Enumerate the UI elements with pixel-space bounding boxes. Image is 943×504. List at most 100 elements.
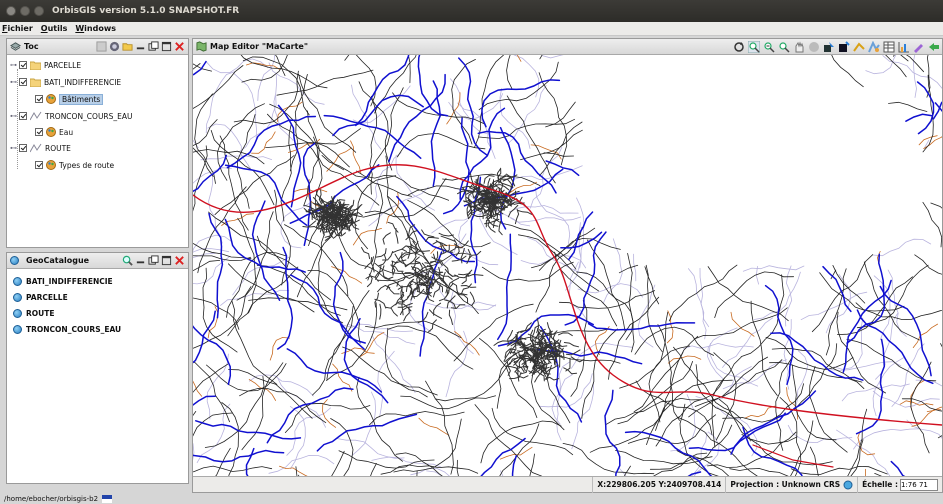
table-icon[interactable] xyxy=(883,41,895,53)
water-line xyxy=(193,395,217,406)
menu-outils[interactable]: Outils xyxy=(41,24,68,33)
layer-visibility-checkbox[interactable] xyxy=(19,61,27,69)
road-line xyxy=(545,101,576,128)
road-line xyxy=(214,447,231,477)
style-visibility-checkbox[interactable] xyxy=(35,128,43,136)
projection-label[interactable]: Projection : Unknown CRS xyxy=(725,476,857,493)
source-troncon[interactable]: TRONCON_COURS_EAU xyxy=(13,323,121,336)
add-wms-icon[interactable] xyxy=(109,41,120,52)
style-visibility-checkbox[interactable] xyxy=(35,161,43,169)
source-route[interactable]: ROUTE xyxy=(13,307,54,320)
layer-label: Eau xyxy=(59,127,74,137)
layer-visibility-checkbox[interactable] xyxy=(19,144,27,152)
water-line xyxy=(396,195,476,263)
menu-bar: Fichier Outils Windows xyxy=(0,22,943,36)
minor-road-line xyxy=(268,62,325,105)
select-area-icon[interactable] xyxy=(838,41,850,53)
collapse-icon[interactable]: ⊷ xyxy=(10,112,17,120)
layer-row-route[interactable]: ⊷ ROUTE xyxy=(10,142,71,154)
window-minimize-button[interactable] xyxy=(20,6,30,16)
minor-road-line xyxy=(873,238,932,257)
minimize-panel-icon[interactable] xyxy=(135,41,146,52)
menu-fichier[interactable]: Fichier xyxy=(2,24,33,33)
remove-layer-icon[interactable] xyxy=(96,41,107,52)
style-row-eau[interactable]: Eau xyxy=(35,126,73,138)
track-line xyxy=(730,311,755,337)
layer-row-bati[interactable]: ⊷ BATI_INDIFFERENCIE xyxy=(10,76,121,88)
refresh-icon[interactable] xyxy=(733,41,745,53)
layer-row-troncon[interactable]: ⊷ TRONCON_COURS_EAU xyxy=(10,110,133,122)
layer-row-parcelle[interactable]: ⊶ PARCELLE xyxy=(10,59,81,71)
export-icon[interactable] xyxy=(928,41,940,53)
window-close-button[interactable] xyxy=(6,6,16,16)
zoom-out-icon[interactable] xyxy=(763,41,775,53)
source-bati[interactable]: BATI_INDIFFERENCIE xyxy=(13,275,113,288)
layer-visibility-checkbox[interactable] xyxy=(19,112,27,120)
building-block xyxy=(443,264,453,277)
toc-panel: Toc ⊶ PARCELLE ⊷ BATI_INDIFFERENCIE Bâti… xyxy=(6,38,189,248)
layer-visibility-checkbox[interactable] xyxy=(19,78,27,86)
road-line xyxy=(856,264,929,329)
measure-icon[interactable] xyxy=(853,41,865,53)
track-line xyxy=(331,266,363,284)
search-icon[interactable] xyxy=(122,255,133,266)
water-line xyxy=(302,142,316,247)
road-line xyxy=(910,361,932,454)
menu-windows[interactable]: Windows xyxy=(75,24,116,33)
road-line xyxy=(474,404,543,477)
road-line xyxy=(888,101,928,112)
zoom-in-icon[interactable] xyxy=(748,41,760,53)
info-icon[interactable] xyxy=(808,41,820,53)
add-folder-icon[interactable] xyxy=(122,41,133,52)
collapse-icon[interactable]: ⊷ xyxy=(10,78,17,86)
source-parcelle[interactable]: PARCELLE xyxy=(13,291,68,304)
water-line xyxy=(332,94,424,137)
road-line xyxy=(819,272,905,312)
float-panel-icon[interactable] xyxy=(148,255,159,266)
minor-road-line xyxy=(753,271,801,320)
pan-icon[interactable] xyxy=(793,41,805,53)
road-line xyxy=(750,300,778,396)
road-line xyxy=(790,420,814,477)
road-line xyxy=(214,155,295,215)
maximize-panel-icon[interactable] xyxy=(161,41,172,52)
zoom-extent-icon[interactable] xyxy=(778,41,790,53)
float-panel-icon[interactable] xyxy=(148,41,159,52)
building-block xyxy=(403,307,410,322)
close-panel-icon[interactable] xyxy=(174,41,185,52)
window-maximize-button[interactable] xyxy=(34,6,44,16)
window-titlebar: OrbisGIS version 5.1.0 SNAPSHOT.FR xyxy=(0,0,943,22)
road-line xyxy=(193,145,208,212)
draw-icon[interactable] xyxy=(913,41,925,53)
road-line xyxy=(365,320,462,339)
road-line xyxy=(587,239,626,332)
minor-road-line xyxy=(602,238,623,304)
track-line xyxy=(276,101,303,122)
close-panel-icon[interactable] xyxy=(174,255,185,266)
road-line xyxy=(193,363,229,393)
road-line xyxy=(313,136,380,206)
chart-icon[interactable] xyxy=(898,41,910,53)
minimize-panel-icon[interactable] xyxy=(135,255,146,266)
map-canvas[interactable] xyxy=(193,55,942,477)
line-layer-icon xyxy=(30,111,42,121)
expand-icon[interactable]: ⊶ xyxy=(10,61,17,69)
road-line xyxy=(193,412,233,437)
collapse-icon[interactable]: ⊷ xyxy=(10,144,17,152)
water-line xyxy=(604,389,621,477)
road-line xyxy=(893,55,895,57)
style-visibility-checkbox[interactable] xyxy=(35,95,43,103)
source-label: BATI_INDIFFERENCIE xyxy=(26,277,113,286)
style-icon[interactable] xyxy=(868,41,880,53)
scale-input[interactable] xyxy=(900,478,938,491)
style-row-types-de-route[interactable]: Types de route xyxy=(35,159,114,171)
geocatalogue-title: GeoCatalogue xyxy=(26,256,90,265)
style-row-batiments[interactable]: Bâtiments xyxy=(35,93,104,105)
minor-road-line xyxy=(513,165,583,181)
layer-label: Types de route xyxy=(59,160,115,170)
water-line xyxy=(567,211,594,261)
select-icon[interactable] xyxy=(823,41,835,53)
maximize-panel-icon[interactable] xyxy=(161,255,172,266)
minor-road-line xyxy=(541,55,564,59)
globe-icon xyxy=(10,256,19,265)
